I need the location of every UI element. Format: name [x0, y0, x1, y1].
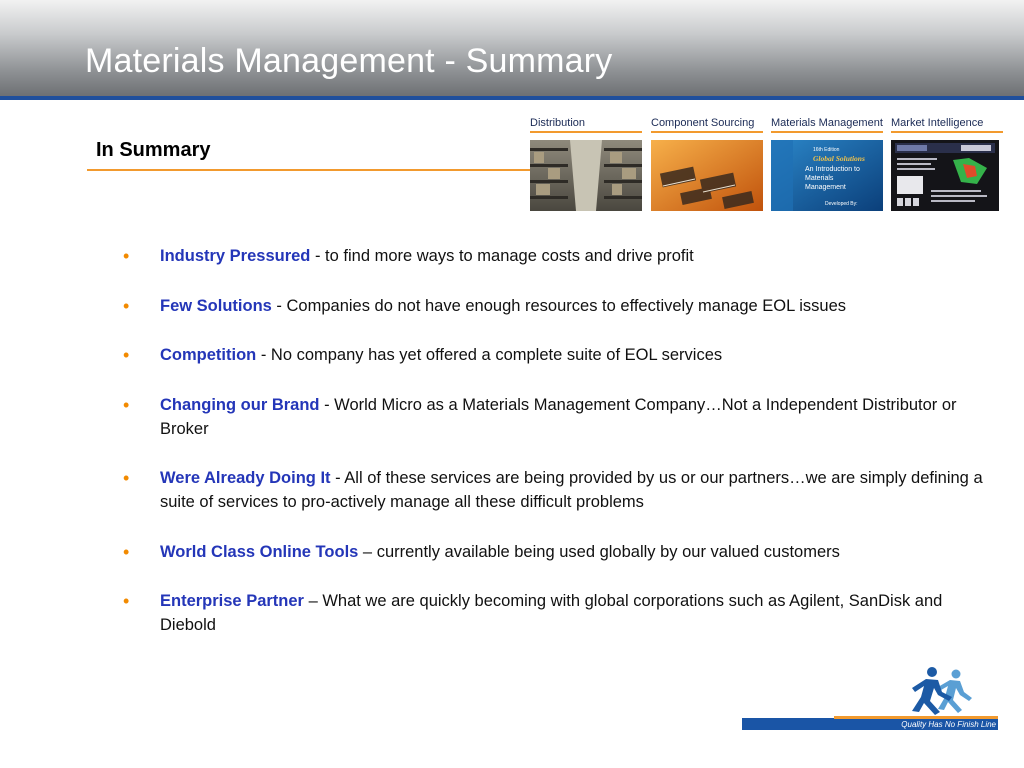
- banner-rule: [651, 131, 763, 133]
- banner-label: Component Sourcing: [651, 117, 755, 129]
- section-rule: [87, 169, 530, 171]
- bullet-dot: •: [123, 295, 130, 316]
- banner-market-intelligence: Market Intelligence: [891, 117, 1003, 211]
- book-cover-image: 16th Edition Global Solutions An Introdu…: [771, 140, 883, 211]
- warehouse-image: [530, 140, 642, 211]
- banner-materials-management: Materials Management 16th Edition Global…: [771, 117, 883, 211]
- list-item: • Changing our Brand - World Micro as a …: [120, 393, 990, 441]
- banner-rule: [771, 131, 883, 133]
- bullet-dot: •: [123, 541, 130, 562]
- section-heading: In Summary: [96, 139, 211, 161]
- banner-distribution: Distribution: [530, 117, 642, 211]
- banner-rule: [530, 131, 642, 133]
- bullet-dot: •: [123, 345, 130, 365]
- tagline-text: Quality Has No Finish Line: [901, 720, 996, 729]
- company-logo: Quality Has No Finish Line: [742, 662, 1000, 732]
- title-rule: [0, 96, 1024, 100]
- banner-label: Materials Management: [771, 117, 883, 129]
- components-image: [651, 140, 763, 211]
- list-item: • Industry Pressured - to find more ways…: [120, 244, 990, 268]
- bullet-text: - Companies do not have enough resources…: [271, 296, 847, 315]
- bullet-dot: •: [123, 246, 130, 266]
- bullet-lead: World Class Online Tools: [160, 542, 359, 561]
- list-item: • Competition - No company has yet offer…: [120, 343, 990, 367]
- cover-line-3: Management: [805, 184, 846, 191]
- cover-edition: 16th Edition: [813, 147, 840, 153]
- bullet-lead: Enterprise Partner: [160, 592, 304, 610]
- bullet-dot: •: [123, 468, 130, 488]
- cover-series: Global Solutions: [813, 154, 865, 163]
- bullet-text: – currently available being used globall…: [358, 542, 840, 561]
- runners-icon: [912, 667, 972, 715]
- list-item: • Were Already Doing It - All of these s…: [120, 466, 990, 514]
- list-item: • World Class Online Tools – currently a…: [120, 540, 990, 564]
- newsletter-image: [891, 140, 1003, 211]
- page-title: Materials Management - Summary: [85, 42, 613, 80]
- bullet-lead: Were Already Doing It: [160, 469, 331, 487]
- bullet-lead: Few Solutions: [160, 296, 272, 315]
- bullet-text: - to find more ways to manage costs and …: [310, 247, 694, 265]
- cover-line-2: Materials: [805, 175, 834, 182]
- list-item: • Enterprise Partner – What we are quick…: [120, 589, 990, 637]
- cover-line-1: An Introduction to: [805, 166, 860, 173]
- bullet-lead: Changing our Brand: [160, 395, 320, 414]
- banner-label: Market Intelligence: [891, 117, 984, 129]
- bullet-text: - No company has yet offered a complete …: [256, 346, 723, 364]
- summary-bullet-list: • Industry Pressured - to find more ways…: [120, 244, 990, 663]
- bullet-dot: •: [123, 394, 130, 415]
- cover-developed-by: Developed By:: [825, 201, 858, 207]
- list-item: • Few Solutions - Companies do not have …: [120, 294, 990, 318]
- bullet-dot: •: [123, 591, 130, 611]
- bullet-lead: Competition: [160, 346, 257, 364]
- bullet-lead: Industry Pressured: [160, 247, 311, 265]
- banner-label: Distribution: [530, 117, 586, 129]
- banner-component-sourcing: Component Sourcing: [651, 117, 763, 211]
- title-bar: Materials Management - Summary: [0, 0, 1024, 96]
- banner-rule: [891, 131, 1003, 133]
